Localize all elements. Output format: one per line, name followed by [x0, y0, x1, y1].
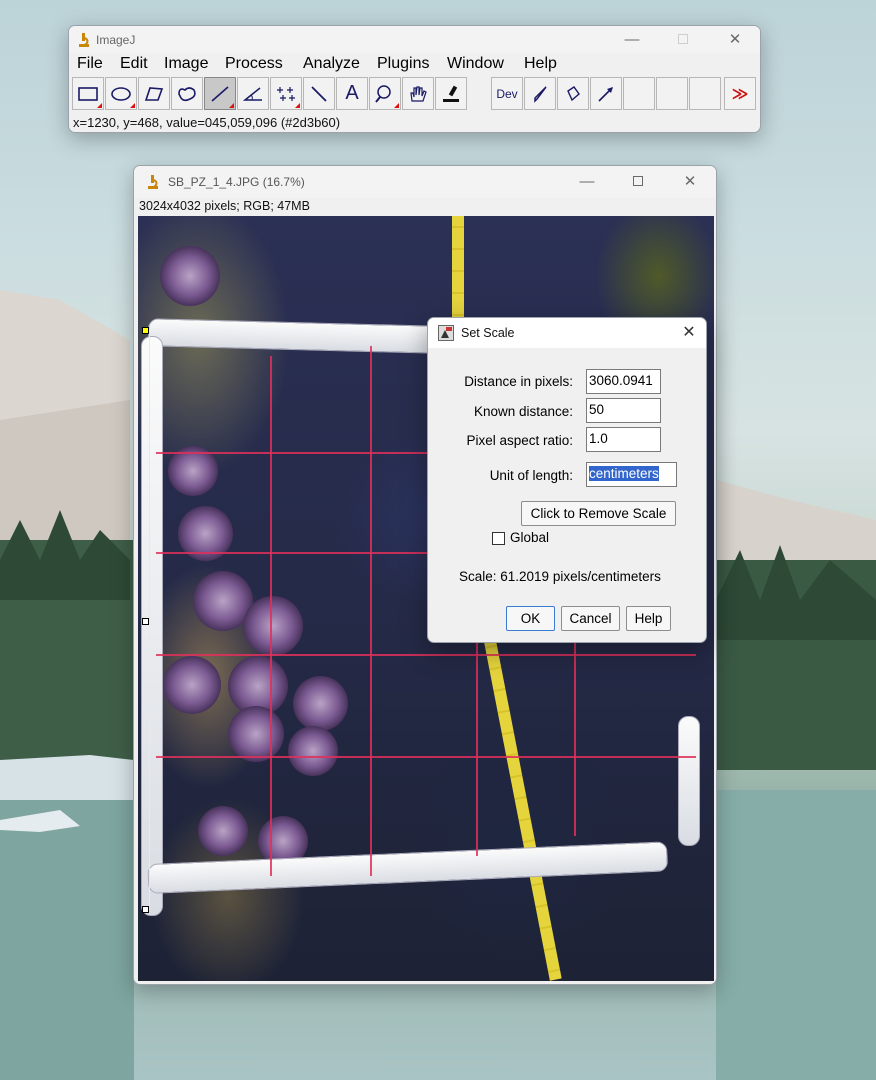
pixel-aspect-ratio-label: Pixel aspect ratio: — [466, 433, 573, 448]
menu-process[interactable]: Process — [225, 55, 283, 73]
unit-of-length-value: centimeters — [589, 466, 659, 481]
magnifier-tool-icon[interactable] — [369, 77, 401, 110]
known-distance-label: Known distance: — [473, 404, 573, 419]
line-handle-mid[interactable] — [142, 618, 149, 625]
text-tool-icon[interactable]: A — [336, 77, 368, 110]
line-handle-end[interactable] — [142, 906, 149, 913]
dropper-tool-icon[interactable] — [435, 77, 467, 110]
brush-tool-icon[interactable] — [524, 77, 556, 110]
help-button[interactable]: Help — [626, 606, 671, 631]
image-window-title: SB_PZ_1_4.JPG (16.7%) — [168, 175, 305, 189]
angle-tool-icon[interactable] — [237, 77, 269, 110]
quadrat-frame-right — [678, 716, 700, 846]
line-handle-start[interactable] — [142, 327, 149, 334]
quadrat-grid-line — [370, 346, 372, 876]
urchin — [163, 656, 221, 714]
ok-button[interactable]: OK — [506, 606, 555, 631]
hand-tool-icon[interactable] — [402, 77, 434, 110]
close-button[interactable]: ✕ — [672, 318, 706, 348]
line-selection[interactable] — [149, 330, 150, 910]
menu-file[interactable]: File — [77, 55, 103, 73]
quadrat-grid-line — [574, 636, 576, 836]
urchin — [198, 806, 248, 856]
imagej-titlebar[interactable]: ImageJ — ✕ — [69, 26, 760, 54]
unit-of-length-label: Unit of length: — [489, 468, 573, 483]
point-tool-icon[interactable] — [270, 77, 302, 110]
more-tools-icon[interactable]: ≫ — [724, 77, 756, 110]
measuring-tape — [483, 634, 562, 981]
minimize-button[interactable]: — — [564, 166, 610, 198]
desktop-background: ImageJ — ✕ File Edit Image Process Analy… — [0, 0, 876, 1080]
quadrat-grid-line — [156, 452, 446, 454]
distance-in-pixels-field[interactable]: 3060.0941 — [586, 369, 661, 394]
freehand-tool-icon[interactable] — [171, 77, 203, 110]
imagej-microscope-icon — [79, 33, 89, 47]
arrow-tool-icon[interactable] — [590, 77, 622, 110]
menu-bar: File Edit Image Process Analyze Plugins … — [69, 53, 760, 75]
global-checkbox[interactable] — [492, 532, 505, 545]
quadrat-grid-line — [156, 552, 446, 554]
empty-tool-slot[interactable] — [623, 77, 655, 110]
close-button[interactable]: ✕ — [667, 166, 713, 198]
set-scale-dialog-icon — [438, 325, 454, 341]
set-scale-titlebar[interactable]: Set Scale ✕ — [428, 318, 706, 348]
imagej-main-window: ImageJ — ✕ File Edit Image Process Analy… — [68, 25, 761, 133]
line-tool-icon[interactable] — [204, 77, 236, 110]
empty-tool-slot[interactable] — [656, 77, 688, 110]
rectangle-tool-icon[interactable] — [72, 77, 104, 110]
quadrat-frame-top — [147, 318, 439, 354]
urchin — [288, 726, 338, 776]
menu-plugins[interactable]: Plugins — [377, 55, 429, 73]
urchin — [293, 676, 348, 731]
flood-fill-tool-icon[interactable] — [557, 77, 589, 110]
oval-tool-icon[interactable] — [105, 77, 137, 110]
menu-help[interactable]: Help — [524, 55, 557, 73]
scale-readout: Scale: 61.2019 pixels/centimeters — [459, 569, 661, 584]
quadrat-grid-line — [476, 636, 478, 856]
image-window-titlebar[interactable]: SB_PZ_1_4.JPG (16.7%) — ✕ — [134, 166, 716, 198]
set-scale-title: Set Scale — [461, 326, 515, 340]
close-button[interactable]: ✕ — [712, 26, 758, 54]
remove-scale-button[interactable]: Click to Remove Scale — [521, 501, 676, 526]
status-bar: x=1230, y=468, value=045,059,096 (#2d3b6… — [73, 115, 341, 130]
cancel-button[interactable]: Cancel — [561, 606, 620, 631]
menu-image[interactable]: Image — [164, 55, 208, 73]
known-distance-field[interactable]: 50 — [586, 398, 661, 423]
wand-tool-icon[interactable] — [303, 77, 335, 110]
quadrat-grid-line — [156, 756, 696, 758]
maximize-button[interactable] — [615, 166, 661, 198]
global-label: Global — [510, 530, 550, 545]
urchin — [243, 596, 303, 656]
quadrat-frame-left — [141, 336, 163, 916]
imagej-microscope-icon — [148, 175, 158, 189]
set-scale-dialog: Set Scale ✕ Distance in pixels: 3060.094… — [427, 317, 707, 643]
image-info-line: 3024x4032 pixels; RGB; 47MB — [139, 199, 310, 213]
unit-of-length-field[interactable]: centimeters — [586, 462, 677, 487]
quadrat-grid-line — [156, 654, 696, 656]
distance-label: Distance in pixels: — [464, 374, 573, 389]
imagej-window-title: ImageJ — [96, 33, 136, 47]
urchin — [160, 246, 220, 306]
quadrat-grid-line — [270, 356, 272, 876]
minimize-button[interactable]: — — [609, 26, 655, 54]
maximize-button — [660, 26, 706, 54]
empty-tool-slot[interactable] — [689, 77, 721, 110]
menu-window[interactable]: Window — [447, 55, 504, 73]
developer-menu-icon[interactable]: Dev — [491, 77, 523, 110]
menu-analyze[interactable]: Analyze — [303, 55, 360, 73]
tool-bar: A Dev ≫ — [72, 77, 759, 111]
polygon-tool-icon[interactable] — [138, 77, 170, 110]
menu-edit[interactable]: Edit — [120, 55, 148, 73]
pixel-aspect-ratio-field[interactable]: 1.0 — [586, 427, 661, 452]
urchin — [228, 706, 284, 762]
